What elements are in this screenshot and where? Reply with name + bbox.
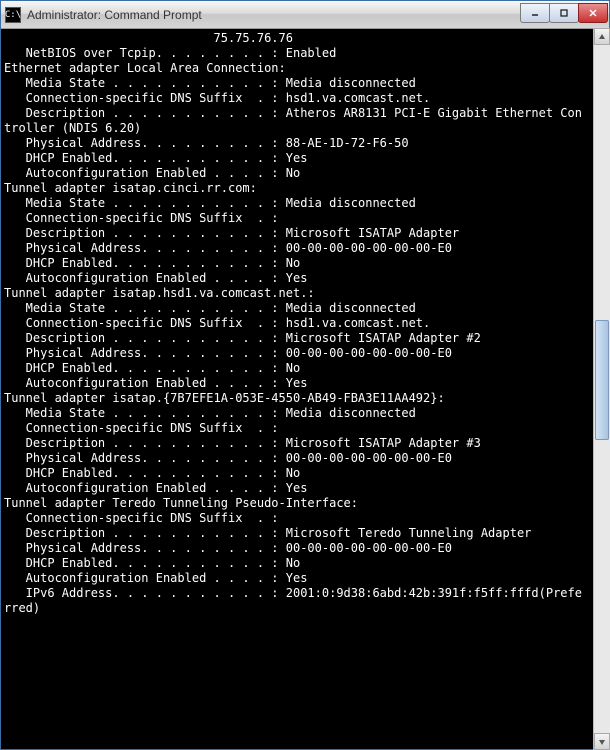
output-line: DHCP Enabled. . . . . . . . . . . : No	[4, 556, 606, 571]
scrollbar-track[interactable]	[594, 45, 610, 733]
output-line: Ethernet adapter Local Area Connection:	[4, 61, 606, 76]
output-line: Physical Address. . . . . . . . . : 00-0…	[4, 541, 606, 556]
close-button[interactable]	[578, 3, 608, 23]
output-line: Connection-specific DNS Suffix . : hsd1.…	[4, 91, 606, 106]
output-line: Connection-specific DNS Suffix . :	[4, 421, 606, 436]
output-line: Connection-specific DNS Suffix . :	[4, 211, 606, 226]
output-line: IPv6 Address. . . . . . . . . . . : 2001…	[4, 586, 606, 601]
output-line: Media State . . . . . . . . . . . : Medi…	[4, 301, 606, 316]
output-line: Tunnel adapter isatap.cinci.rr.com:	[4, 181, 606, 196]
output-line: Media State . . . . . . . . . . . : Medi…	[4, 76, 606, 91]
output-line: Description . . . . . . . . . . . : Micr…	[4, 526, 606, 541]
scroll-down-button[interactable]	[594, 733, 610, 750]
output-line: Autoconfiguration Enabled . . . . : Yes	[4, 481, 606, 496]
maximize-button[interactable]	[549, 3, 579, 23]
output-line: rred)	[4, 601, 606, 616]
output-line: Description . . . . . . . . . . . : Micr…	[4, 331, 606, 346]
output-line: Description . . . . . . . . . . . : Micr…	[4, 226, 606, 241]
command-prompt-window: C:\ Administrator: Command Prompt 75.75.…	[0, 0, 610, 750]
output-line: Tunnel adapter isatap.{7B7EFE1A-053E-455…	[4, 391, 606, 406]
output-line: Autoconfiguration Enabled . . . . : Yes	[4, 376, 606, 391]
vertical-scrollbar[interactable]	[593, 28, 610, 750]
output-line: Physical Address. . . . . . . . . : 00-0…	[4, 241, 606, 256]
output-line: DHCP Enabled. . . . . . . . . . . : No	[4, 256, 606, 271]
output-line: Description . . . . . . . . . . . : Micr…	[4, 436, 606, 451]
output-line: Physical Address. . . . . . . . . : 00-0…	[4, 346, 606, 361]
output-line: Media State . . . . . . . . . . . : Medi…	[4, 196, 606, 211]
output-line: Autoconfiguration Enabled . . . . : No	[4, 166, 606, 181]
terminal-output[interactable]: 75.75.76.76 NetBIOS over Tcpip. . . . . …	[1, 29, 609, 749]
output-line: Physical Address. . . . . . . . . : 00-0…	[4, 451, 606, 466]
window-title: Administrator: Command Prompt	[27, 8, 521, 22]
output-line: troller (NDIS 6.20)	[4, 121, 606, 136]
titlebar[interactable]: C:\ Administrator: Command Prompt	[1, 1, 609, 29]
output-line: Connection-specific DNS Suffix . : hsd1.…	[4, 316, 606, 331]
window-controls	[521, 3, 608, 23]
output-line: Autoconfiguration Enabled . . . . : Yes	[4, 271, 606, 286]
output-line: Media State . . . . . . . . . . . : Medi…	[4, 406, 606, 421]
scroll-up-button[interactable]	[594, 28, 610, 45]
scrollbar-thumb[interactable]	[595, 320, 609, 440]
output-line: Autoconfiguration Enabled . . . . : Yes	[4, 571, 606, 586]
output-line: DHCP Enabled. . . . . . . . . . . : Yes	[4, 151, 606, 166]
output-line: NetBIOS over Tcpip. . . . . . . . : Enab…	[4, 46, 606, 61]
output-line: Connection-specific DNS Suffix . :	[4, 511, 606, 526]
output-line: Tunnel adapter isatap.hsd1.va.comcast.ne…	[4, 286, 606, 301]
output-line: 75.75.76.76	[4, 31, 606, 46]
output-line: DHCP Enabled. . . . . . . . . . . : No	[4, 466, 606, 481]
minimize-button[interactable]	[520, 3, 550, 23]
output-line: Tunnel adapter Teredo Tunneling Pseudo-I…	[4, 496, 606, 511]
output-line: Description . . . . . . . . . . . : Athe…	[4, 106, 606, 121]
output-line: Physical Address. . . . . . . . . : 88-A…	[4, 136, 606, 151]
output-line: DHCP Enabled. . . . . . . . . . . : No	[4, 361, 606, 376]
system-menu-icon[interactable]: C:\	[5, 7, 21, 23]
